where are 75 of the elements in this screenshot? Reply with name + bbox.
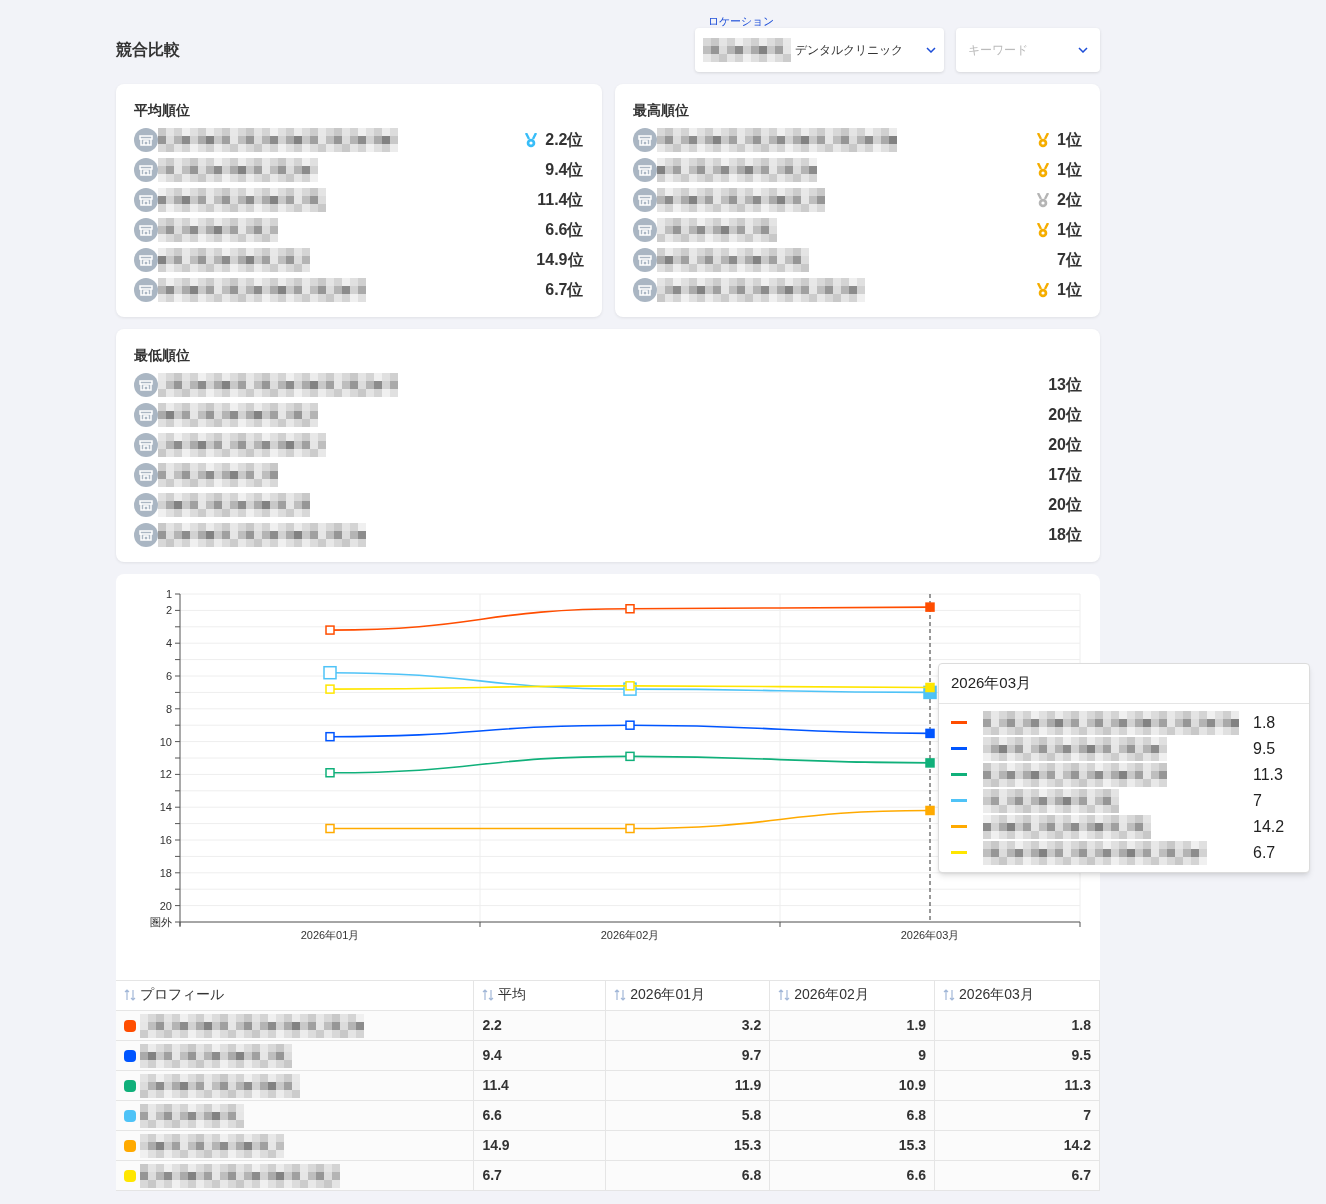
table-cell: 10.9 — [769, 1070, 935, 1101]
column-header[interactable]: 2026年01月 — [605, 980, 770, 1011]
y-tick-label: 16 — [159, 834, 172, 846]
tooltip-value: 11.3 — [1253, 764, 1284, 785]
y-tick-label: 14 — [159, 801, 172, 814]
rank-value: 20位 — [1048, 405, 1082, 425]
column-header[interactable]: 平均 — [473, 980, 606, 1011]
card-title: 最高順位 — [632, 101, 690, 120]
y-tick-label: 1 — [165, 588, 172, 600]
tooltip-value: 6.7 — [1253, 842, 1277, 863]
column-header[interactable]: 2026年03月 — [934, 980, 1100, 1011]
y-tick-label: 2 — [165, 604, 172, 617]
tooltip-value: 14.2 — [1253, 816, 1286, 837]
table-cell: 2.2 — [473, 1010, 606, 1041]
rank-value: 1位 — [1057, 130, 1082, 150]
table-cell: 11.9 — [605, 1070, 770, 1101]
column-header[interactable]: 2026年02月 — [769, 980, 935, 1011]
y-tick-label: 18 — [159, 866, 172, 879]
table-cell: 14.9 — [473, 1130, 606, 1161]
rank-value: 1位 — [1057, 160, 1082, 180]
table-cell: 1.8 — [934, 1010, 1100, 1041]
table-cell: 6.6 — [473, 1100, 606, 1131]
y-tick-label: 4 — [165, 637, 172, 650]
tooltip-value: 9.5 — [1253, 738, 1277, 759]
y-tick-label: 12 — [159, 768, 172, 781]
rank-value: 20位 — [1048, 495, 1082, 515]
card-title: 最低順位 — [134, 346, 191, 365]
table-cell: 5.8 — [605, 1100, 770, 1131]
rank-value: 1位 — [1057, 220, 1082, 240]
rank-value: 17位 — [1048, 465, 1082, 485]
table-cell: 11.4 — [473, 1070, 606, 1101]
table-cell: 6.7 — [934, 1160, 1100, 1191]
rank-value: 1位 — [1057, 280, 1082, 300]
table-cell: 6.7 — [473, 1160, 606, 1191]
x-tick-label: 2026年03月 — [900, 929, 960, 941]
rank-value: 18位 — [1048, 525, 1082, 545]
table-cell: 1.9 — [769, 1010, 935, 1041]
y-tick-label: 6 — [165, 670, 172, 682]
table-cell: 9.7 — [605, 1040, 770, 1071]
rank-value: 2.2位 — [545, 130, 584, 150]
rank-value: 14.9位 — [536, 250, 584, 270]
table-cell: 9 — [769, 1040, 935, 1071]
table-cell: 7 — [934, 1100, 1100, 1131]
table-cell: 14.2 — [934, 1130, 1100, 1161]
rank-value: 20位 — [1048, 435, 1082, 455]
y-tick-label: 8 — [165, 702, 172, 715]
rank-value: 7位 — [1057, 250, 1082, 270]
tooltip-value: 7 — [1253, 790, 1263, 811]
card-title: 平均順位 — [134, 101, 191, 120]
table-cell: 9.4 — [473, 1040, 606, 1071]
rank-value: 13位 — [1048, 375, 1082, 395]
rank-value: 6.6位 — [545, 220, 584, 240]
table-cell: 11.3 — [934, 1070, 1100, 1101]
rank-value: 11.4位 — [537, 190, 584, 210]
table-cell: 15.3 — [605, 1130, 770, 1161]
y-tick-label: 10 — [159, 735, 172, 748]
table-cell: 3.2 — [605, 1010, 770, 1041]
rank-value: 2位 — [1057, 190, 1082, 210]
column-header[interactable]: プロフィール — [116, 980, 474, 1011]
table-cell: 9.5 — [934, 1040, 1100, 1071]
table-cell: 6.8 — [605, 1160, 770, 1191]
y-tick-label: 圏外 — [150, 916, 172, 928]
tooltip-value: 1.8 — [1253, 712, 1277, 733]
tooltip-title: 2026年03月 — [939, 664, 1309, 704]
location-select[interactable]: デンタルクリニック — [695, 28, 944, 72]
rank-value: 6.7位 — [545, 280, 584, 300]
y-tick-label: 20 — [159, 899, 172, 912]
page-title: 競合比較 — [116, 40, 180, 60]
x-tick-label: 2026年02月 — [600, 929, 660, 941]
x-tick-label: 2026年01月 — [300, 929, 360, 941]
field-label: ロケーション — [708, 15, 774, 28]
table-cell: 6.6 — [769, 1160, 935, 1191]
table-cell: 6.8 — [769, 1100, 935, 1131]
table-cell: 15.3 — [769, 1130, 935, 1161]
rank-value: 9.4位 — [545, 160, 584, 180]
